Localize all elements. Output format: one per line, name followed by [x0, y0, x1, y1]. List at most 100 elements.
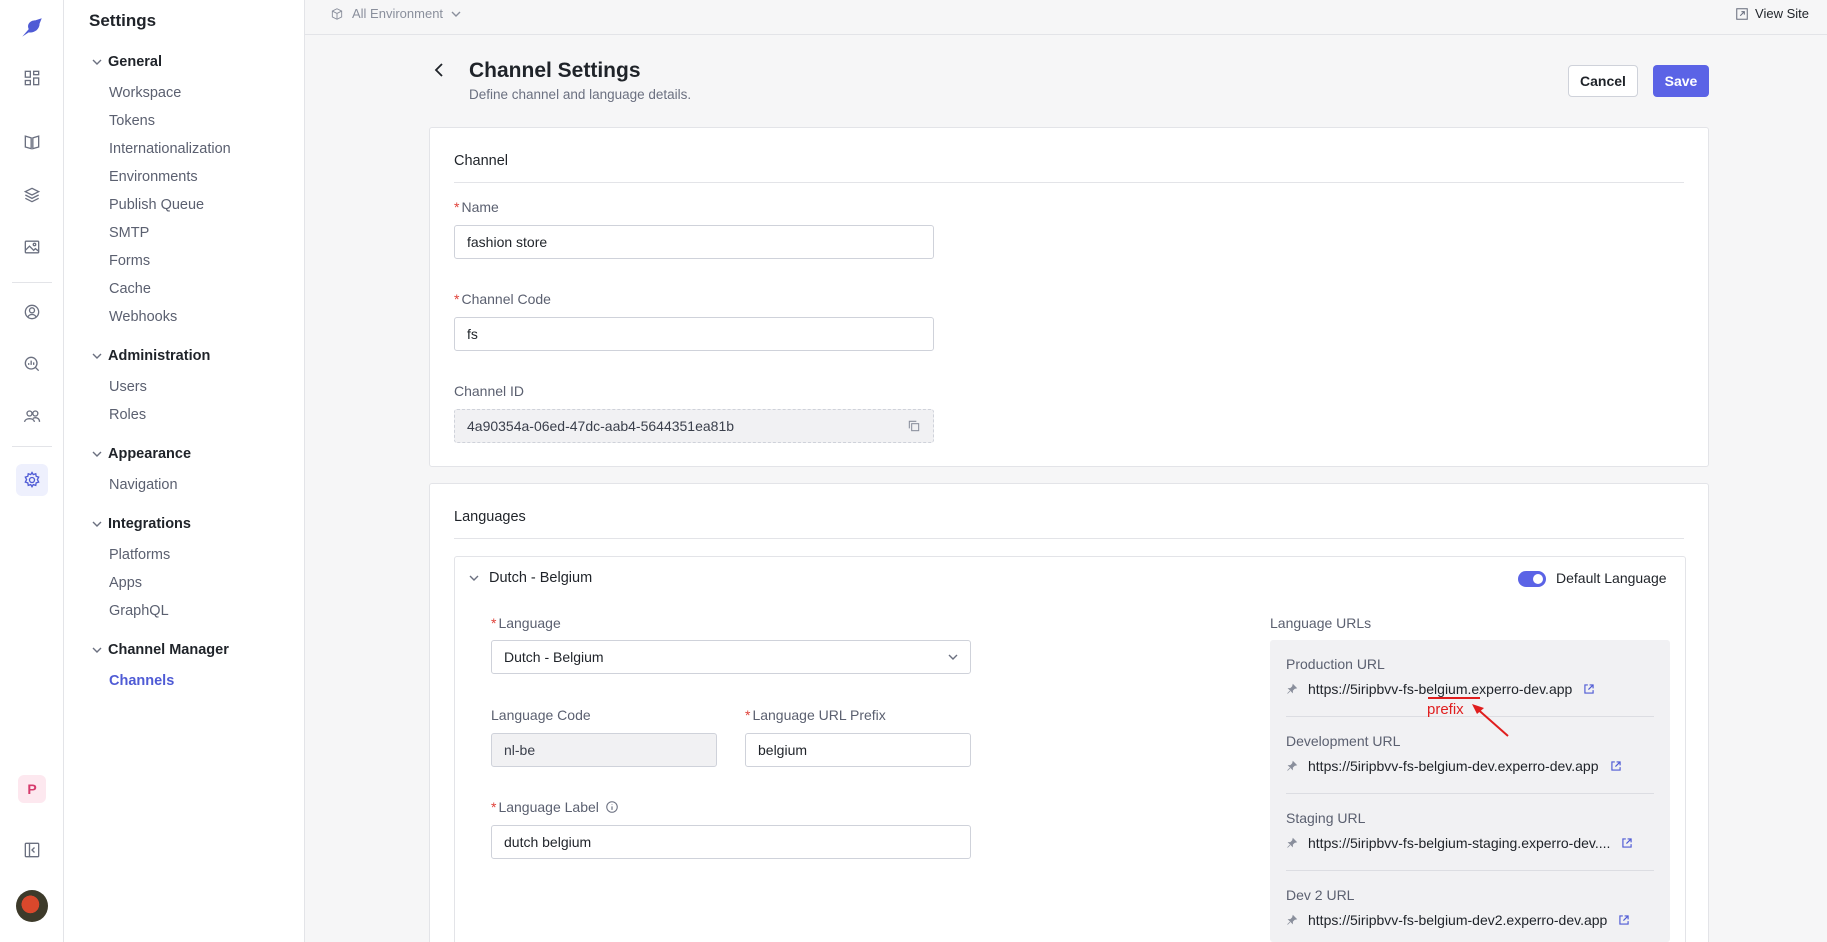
- nav-group-integrations[interactable]: Integrations: [92, 516, 191, 532]
- layers-icon[interactable]: [16, 179, 48, 211]
- nav-item-environments[interactable]: Environments: [109, 169, 198, 185]
- nav-item-workspace[interactable]: Workspace: [109, 85, 181, 101]
- external-link-icon[interactable]: [1582, 682, 1596, 696]
- staging-url-value[interactable]: https://5iripbvv-fs-belgium-staging.expe…: [1308, 835, 1610, 851]
- channel-code-label: * Channel Code: [454, 291, 551, 307]
- collapse-sidebar-icon[interactable]: [16, 834, 48, 866]
- channel-section-title: Channel: [454, 153, 509, 169]
- nav-item-channels[interactable]: Channels: [109, 673, 174, 689]
- language-label: * Language: [491, 615, 561, 631]
- production-url-row: https://5iripbvv-fs-belgium.experro-dev.…: [1286, 681, 1596, 697]
- settings-sidebar: Settings General Workspace Tokens Intern…: [64, 0, 305, 942]
- language-select-value: Dutch - Belgium: [504, 649, 604, 665]
- nav-group-administration[interactable]: Administration: [92, 348, 210, 364]
- bird-logo-icon[interactable]: [16, 12, 48, 44]
- nav-group-label: Administration: [108, 348, 211, 364]
- annotation-arrow-icon: [1472, 704, 1509, 737]
- nav-item-navigation[interactable]: Navigation: [109, 477, 178, 493]
- analytics-search-icon[interactable]: [16, 348, 48, 380]
- cube-icon: [331, 7, 343, 20]
- nav-group-label: Appearance: [108, 446, 192, 462]
- annotation-label: prefix: [1427, 701, 1464, 718]
- language-panel-header[interactable]: Dutch - Belgium: [469, 570, 592, 586]
- url-divider: [1286, 793, 1654, 794]
- copy-icon[interactable]: [907, 419, 921, 433]
- language-urls-panel: Production URL https://5iripbvv-fs-belgi…: [1270, 640, 1670, 942]
- channel-id-field: 4a90354a-06ed-47dc-aab4-5644351ea81b: [454, 409, 934, 443]
- channel-id-label: Channel ID: [454, 383, 525, 399]
- pin-icon: [1287, 683, 1298, 694]
- development-url-value[interactable]: https://5iripbvv-fs-belgium-dev.experro-…: [1308, 758, 1599, 774]
- nav-item-smtp[interactable]: SMTP: [109, 225, 149, 241]
- external-link-icon[interactable]: [1620, 836, 1634, 850]
- chevron-down-icon: [948, 654, 958, 660]
- language-url-prefix-input[interactable]: belgium: [745, 733, 971, 767]
- nav-group-label: Channel Manager: [108, 642, 229, 658]
- chevron-down-icon: [92, 451, 102, 457]
- production-url-value[interactable]: https://5iripbvv-fs-belgium.experro-dev.…: [1308, 681, 1572, 697]
- language-label-input[interactable]: dutch belgium: [491, 825, 971, 859]
- nav-item-tokens[interactable]: Tokens: [109, 113, 155, 129]
- nav-item-forms[interactable]: Forms: [109, 253, 150, 269]
- language-panel-title: Dutch - Belgium: [489, 570, 593, 586]
- image-icon[interactable]: [16, 231, 48, 263]
- channel-id-value: 4a90354a-06ed-47dc-aab4-5644351ea81b: [467, 418, 735, 434]
- rail-divider: [12, 282, 52, 283]
- nav-item-internationalization[interactable]: Internationalization: [109, 141, 231, 157]
- language-code-label: Language Code: [491, 707, 591, 723]
- settings-gear-icon[interactable]: [16, 464, 48, 496]
- language-urls-title: Language URLs: [1270, 615, 1372, 631]
- page-title: Channel Settings: [469, 59, 641, 82]
- annotation-underline: [1428, 697, 1480, 699]
- user-circle-icon[interactable]: [16, 296, 48, 328]
- avatar[interactable]: [16, 890, 48, 922]
- environment-selector[interactable]: All Environment: [330, 6, 461, 21]
- save-button[interactable]: Save: [1653, 65, 1709, 97]
- section-divider: [454, 182, 1684, 183]
- chevron-down-icon: [92, 59, 102, 65]
- channel-code-input[interactable]: fs: [454, 317, 934, 351]
- nav-item-graphql[interactable]: GraphQL: [109, 603, 169, 619]
- pin-icon: [1287, 837, 1298, 848]
- chevron-down-icon: [92, 353, 102, 359]
- dev2-url-label: Dev 2 URL: [1286, 887, 1355, 903]
- staging-url-row: https://5iripbvv-fs-belgium-staging.expe…: [1286, 835, 1634, 851]
- info-icon[interactable]: [605, 800, 619, 814]
- nav-group-channel-manager[interactable]: Channel Manager: [92, 642, 229, 658]
- dev2-url-value[interactable]: https://5iripbvv-fs-belgium-dev2.experro…: [1308, 912, 1607, 928]
- workspace-badge[interactable]: P: [18, 775, 46, 803]
- languages-section-title: Languages: [454, 509, 526, 525]
- nav-item-roles[interactable]: Roles: [109, 407, 146, 423]
- cancel-button[interactable]: Cancel: [1568, 65, 1638, 97]
- nav-item-platforms[interactable]: Platforms: [109, 547, 170, 563]
- chevron-down-icon: [451, 11, 461, 17]
- rail-divider: [12, 446, 52, 447]
- external-link-icon[interactable]: [1617, 913, 1631, 927]
- staging-url-label: Staging URL: [1286, 810, 1366, 826]
- nav-item-publish-queue[interactable]: Publish Queue: [109, 197, 204, 213]
- default-language-toggle[interactable]: [1518, 571, 1546, 587]
- pin-icon: [1287, 914, 1298, 925]
- nav-item-cache[interactable]: Cache: [109, 281, 151, 297]
- nav-group-general[interactable]: General: [92, 54, 162, 70]
- nav-group-label: Integrations: [108, 516, 191, 532]
- dev2-url-row: https://5iripbvv-fs-belgium-dev2.experro…: [1286, 912, 1631, 928]
- users-icon[interactable]: [16, 400, 48, 432]
- production-url-label: Production URL: [1286, 656, 1385, 672]
- page-subtitle: Define channel and language details.: [469, 87, 692, 102]
- top-bar: All Environment View Site: [305, 0, 1827, 35]
- name-input[interactable]: fashion store: [454, 225, 934, 259]
- nav-item-webhooks[interactable]: Webhooks: [109, 309, 177, 325]
- back-arrow-icon[interactable]: [432, 62, 448, 78]
- language-select[interactable]: Dutch - Belgium: [491, 640, 971, 674]
- nav-group-appearance[interactable]: Appearance: [92, 446, 191, 462]
- dashboard-icon[interactable]: [16, 62, 48, 94]
- view-site-link[interactable]: View Site: [1735, 6, 1809, 21]
- chevron-down-icon: [92, 521, 102, 527]
- nav-item-apps[interactable]: Apps: [109, 575, 142, 591]
- development-url-row: https://5iripbvv-fs-belgium-dev.experro-…: [1286, 758, 1623, 774]
- nav-item-users[interactable]: Users: [109, 379, 147, 395]
- external-link-icon[interactable]: [1609, 759, 1623, 773]
- book-icon[interactable]: [16, 126, 48, 158]
- settings-title: Settings: [89, 11, 157, 30]
